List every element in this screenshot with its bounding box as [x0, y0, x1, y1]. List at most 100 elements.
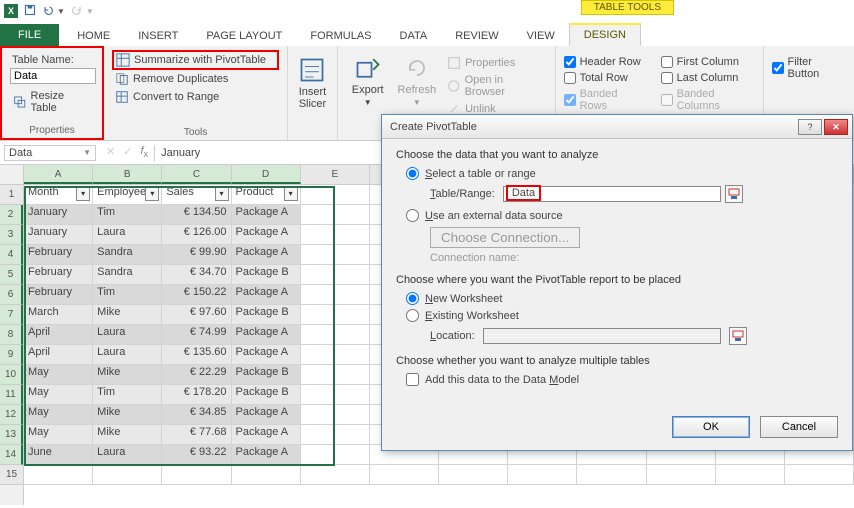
cell[interactable]: Mike — [93, 405, 162, 425]
table-header-cell[interactable]: Employee▾ — [93, 185, 162, 205]
cell[interactable] — [301, 465, 370, 485]
remove-duplicates-button[interactable]: Remove Duplicates — [112, 70, 279, 88]
cell[interactable]: € 178.20 — [162, 385, 231, 405]
cell[interactable]: February — [24, 265, 93, 285]
cell[interactable]: € 97.60 — [162, 305, 231, 325]
cell[interactable]: € 99.90 — [162, 245, 231, 265]
col-header-B[interactable]: B — [93, 165, 162, 184]
radio-existing-worksheet[interactable]: Existing Worksheet — [396, 307, 838, 324]
cell[interactable] — [301, 305, 370, 325]
cell[interactable]: Package A — [232, 325, 301, 345]
row-header-7[interactable]: 7 — [0, 305, 23, 325]
radio-select-range[interactable]: Select a table or range — [396, 165, 838, 182]
row-header-13[interactable]: 13 — [0, 425, 23, 445]
cell[interactable]: Sandra — [93, 265, 162, 285]
banded-rows-check[interactable]: Banded Rows — [564, 86, 643, 114]
cell[interactable]: € 134.50 — [162, 205, 231, 225]
radio-external-source[interactable]: Use an external data source — [396, 207, 838, 224]
tab-data[interactable]: DATA — [386, 26, 442, 46]
col-header-A[interactable]: A — [24, 165, 93, 184]
radio-new-worksheet[interactable]: New Worksheet — [396, 290, 838, 307]
cell[interactable]: Mike — [93, 365, 162, 385]
banded-cols-check[interactable]: Banded Columns — [661, 86, 755, 114]
cell[interactable] — [301, 205, 370, 225]
location-range-button[interactable] — [729, 327, 747, 345]
cell[interactable]: May — [24, 405, 93, 425]
col-header-E[interactable]: E — [301, 165, 370, 184]
row-header-4[interactable]: 4 — [0, 245, 23, 265]
tab-file[interactable]: FILE — [0, 24, 59, 46]
row-header-15[interactable]: 15 — [0, 465, 23, 485]
cell[interactable] — [577, 465, 646, 485]
cell[interactable]: Package A — [232, 445, 301, 465]
cell[interactable]: Package B — [232, 305, 301, 325]
cell[interactable]: Tim — [93, 205, 162, 225]
cell[interactable]: May — [24, 425, 93, 445]
cell[interactable] — [301, 445, 370, 465]
header-row-check[interactable]: Header Row — [564, 54, 643, 70]
col-header-D[interactable]: D — [232, 165, 301, 184]
fx-icon[interactable]: fx — [140, 145, 148, 159]
cell[interactable] — [301, 425, 370, 445]
cell[interactable]: € 77.68 — [162, 425, 231, 445]
cell[interactable]: June — [24, 445, 93, 465]
filter-dropdown-icon[interactable]: ▾ — [145, 187, 159, 201]
cell[interactable] — [785, 465, 854, 485]
cell[interactable] — [301, 325, 370, 345]
ok-button[interactable]: OK — [672, 416, 750, 438]
cell[interactable]: Mike — [93, 305, 162, 325]
first-col-check[interactable]: First Column — [661, 54, 755, 70]
row-header-2[interactable]: 2 — [0, 205, 23, 225]
filter-button-check[interactable]: Filter Button — [772, 54, 847, 82]
filter-dropdown-icon[interactable]: ▾ — [284, 187, 298, 201]
cell[interactable]: April — [24, 345, 93, 365]
last-col-check[interactable]: Last Column — [661, 70, 755, 86]
cell[interactable] — [301, 345, 370, 365]
cell[interactable]: Sandra — [93, 245, 162, 265]
tab-design[interactable]: DESIGN — [569, 23, 641, 46]
redo-icon[interactable] — [71, 4, 83, 19]
cell[interactable]: € 34.70 — [162, 265, 231, 285]
tab-formulas[interactable]: FORMULAS — [296, 26, 385, 46]
name-box[interactable]: Data▼ — [4, 145, 96, 161]
cell[interactable]: Package A — [232, 285, 301, 305]
cell[interactable]: Laura — [93, 325, 162, 345]
cell[interactable] — [301, 265, 370, 285]
add-data-model-check[interactable]: Add this data to the Data Model — [396, 371, 838, 388]
cell[interactable]: April — [24, 325, 93, 345]
cell[interactable] — [370, 465, 439, 485]
cell[interactable]: Package A — [232, 345, 301, 365]
chevron-down-icon[interactable]: ▼ — [83, 148, 91, 157]
insert-slicer-button[interactable]: Insert Slicer — [292, 52, 333, 114]
cell[interactable]: Package A — [232, 225, 301, 245]
convert-range-button[interactable]: Convert to Range — [112, 88, 279, 106]
table-header-cell[interactable]: Product▾ — [232, 185, 301, 205]
cell[interactable] — [301, 385, 370, 405]
cell[interactable] — [301, 245, 370, 265]
help-button[interactable]: ? — [798, 119, 822, 135]
close-button[interactable]: ✕ — [824, 119, 848, 135]
table-header-cell[interactable]: Month▾ — [24, 185, 93, 205]
cell[interactable]: Laura — [93, 225, 162, 245]
cell[interactable]: € 74.99 — [162, 325, 231, 345]
row-header-1[interactable]: 1 — [0, 185, 23, 205]
cell[interactable]: € 126.00 — [162, 225, 231, 245]
cell[interactable]: Tim — [93, 385, 162, 405]
table-header-cell[interactable]: Sales▾ — [162, 185, 231, 205]
row-header-12[interactable]: 12 — [0, 405, 23, 425]
filter-dropdown-icon[interactable]: ▾ — [76, 187, 90, 201]
cell[interactable]: March — [24, 305, 93, 325]
range-select-button[interactable] — [725, 185, 743, 203]
undo-icon[interactable] — [42, 4, 54, 19]
cell[interactable]: € 93.22 — [162, 445, 231, 465]
cell[interactable]: Package B — [232, 365, 301, 385]
cell[interactable]: February — [24, 245, 93, 265]
cell[interactable] — [439, 465, 508, 485]
cell[interactable] — [301, 365, 370, 385]
cell[interactable]: Package B — [232, 265, 301, 285]
cell[interactable] — [301, 285, 370, 305]
table-header-cell[interactable] — [301, 185, 370, 205]
tab-home[interactable]: HOME — [63, 26, 124, 46]
cell[interactable] — [508, 465, 577, 485]
tab-review[interactable]: REVIEW — [441, 26, 512, 46]
